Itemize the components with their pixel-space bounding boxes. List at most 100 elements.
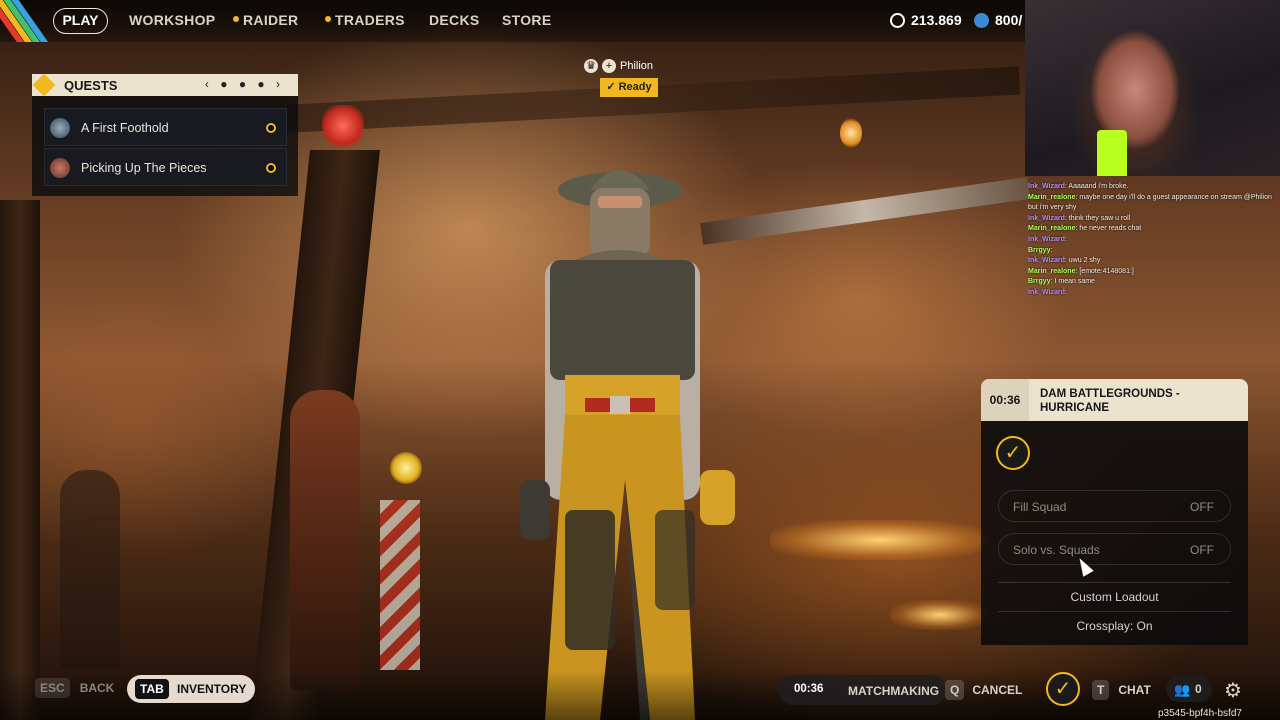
chat-message: Marin_realone: maybe one day i'll do a g… [1028,193,1272,201]
chat-button[interactable]: T CHAT [1092,680,1151,700]
quest-thumbnail-icon [50,118,70,138]
chat-message: Brrgyy: I mean same [1028,278,1095,286]
barrier-stand [380,500,420,670]
brand-stripes [0,0,50,42]
quests-title: QUESTS [64,78,118,93]
chat-label: CHAT [1118,683,1151,697]
chat-message: Ink_Wizard: uwu 2 shy [1028,257,1101,265]
divider [998,582,1231,583]
bar-glow [770,520,990,560]
key-hint: T [1092,680,1110,700]
inventory-label: INVENTORY [177,682,247,696]
chat-message: Marin_realone: he never reads chat [1028,225,1142,233]
streamer-webcam [1025,0,1280,176]
solo-vs-squads-toggle[interactable]: Solo vs. Squads OFF [998,533,1231,565]
quests-header: QUESTS ‹ ● ● ● › [32,73,298,97]
nav-tab-play[interactable]: PLAY [53,8,108,34]
raider-character [520,170,735,720]
yellow-lamp [390,452,422,484]
background-npc [290,390,360,690]
quest-diamond-icon [32,73,56,97]
nav-tab-traders[interactable]: TRADERS [325,12,405,28]
nav-tab-decks[interactable]: DECKS [429,12,480,28]
custom-loadout-button[interactable]: Custom Loadout [998,590,1231,604]
inventory-button[interactable]: TAB INVENTORY [127,675,255,703]
coins-balance: 213.869 [890,12,962,29]
chat-text: maybe one day i'll do a guest appearance… [1079,193,1272,201]
microphone [1097,130,1127,176]
matchmaking-panel: 00:36 DAM BATTLEGROUNDS - HURRICANE ✓ Fi… [981,379,1248,645]
chat-text: but i'm very shy [1028,204,1077,212]
friends-count: 0 [1195,682,1202,696]
key-hint: ESC [35,678,70,698]
quest-thumbnail-icon [50,158,70,178]
nav-tab-workshop[interactable]: WORKSHOP [129,12,215,28]
player-nameplate: ♛ + Philion [584,59,653,73]
chat-text: uwu 2 shy [1068,257,1101,265]
chat-message: Ink_Wizard: think they saw u roll [1028,214,1131,222]
player-name: Philion [620,59,654,72]
fill-squad-toggle[interactable]: Fill Squad OFF [998,490,1231,522]
toggle-label: Solo vs. Squads [1013,543,1100,557]
background-npc [60,470,120,670]
chat-username: Ink_Wizard [1028,257,1065,265]
chat-text: [emote:4148081:] [1079,267,1134,275]
notification-dot [325,16,331,23]
quest-tracked-icon [266,123,276,133]
orange-lamp [840,118,862,148]
top-navigation-bar: PLAY WORKSHOP RAIDER TRADERS DECKS STORE… [0,0,1025,42]
map-name: DAM BATTLEGROUNDS - HURRICANE [1040,388,1180,414]
bottom-action-bar: ESC BACK TAB INVENTORY 00:36 MATCHMAKING Q… [0,670,1280,720]
crossplay-setting[interactable]: Crossplay: On [998,619,1231,633]
credits-value: 800/ [995,12,1023,28]
chat-username: Brrgyy [1028,246,1051,254]
quest-item[interactable]: Picking Up The Pieces [44,148,287,186]
quest-name: Picking Up The Pieces [81,161,207,175]
key-hint: Q [945,680,965,700]
friends-button[interactable]: 👥 0 [1166,676,1212,702]
toggle-value: OFF [1190,543,1214,557]
quest-item[interactable]: A First Foothold [44,108,287,146]
chat-text: I mean same [1054,278,1095,286]
notification-dot [233,16,239,23]
scene-pillar [0,200,40,720]
chat-username: Ink_Wizard [1028,288,1065,296]
gear-icon[interactable]: ⚙ [1224,678,1242,703]
matchmaking-status: 00:36 MATCHMAKING [778,675,946,705]
credits-balance: 800/ [974,12,1022,29]
ready-status-badge: ✓ Ready [600,78,658,97]
nav-tab-store[interactable]: STORE [502,12,551,28]
chat-text: Aaaaand i'm broke. [1068,183,1129,190]
chat-message: Ink_Wizard: [1028,235,1067,243]
chat-username: Ink_Wizard [1028,214,1065,222]
chat-username: Ink_Wizard [1028,235,1065,243]
cancel-button[interactable]: Q CANCEL [945,680,1022,700]
toggle-label: Fill Squad [1013,500,1067,514]
toggle-value: OFF [1190,500,1214,514]
add-friend-icon[interactable]: + [602,59,616,73]
credit-icon [974,12,989,28]
chat-username: Brrgyy [1028,278,1051,286]
cancel-label: CANCEL [972,683,1023,697]
back-label: BACK [79,681,115,695]
quest-name: A First Foothold [81,121,169,135]
coin-icon [890,12,905,28]
bar-glow [890,600,990,630]
session-id: p3545-bpf4h-bsfd7 [1158,708,1242,719]
chat-message: Ink_Wizard: Aaaaand i'm broke. [1028,183,1129,190]
key-hint: TAB [135,679,169,699]
back-button[interactable]: ESC BACK [35,678,114,698]
chat-message: Marin_realone: [emote:4148081:] [1028,267,1134,275]
chat-username: Marin_realone [1028,225,1076,233]
chat-message: Brrgyy: [1028,246,1053,254]
ready-check-icon[interactable]: ✓ [1046,672,1080,706]
quests-pager[interactable]: ‹ ● ● ● › [205,77,284,91]
nav-tab-raider[interactable]: RAIDER [233,12,298,28]
chat-text: he never reads chat [1079,225,1142,233]
matchmaking-status-timer: 00:36 [794,683,824,695]
quests-panel: QUESTS ‹ ● ● ● › A First Foothold Pickin… [32,73,298,196]
nav-tab-label: RAIDER [243,12,299,28]
chat-username: Ink_Wizard [1028,183,1065,190]
chat-message: but i'm very shy [1028,203,1280,214]
matchmaking-header: 00:36 DAM BATTLEGROUNDS - HURRICANE [981,379,1248,421]
